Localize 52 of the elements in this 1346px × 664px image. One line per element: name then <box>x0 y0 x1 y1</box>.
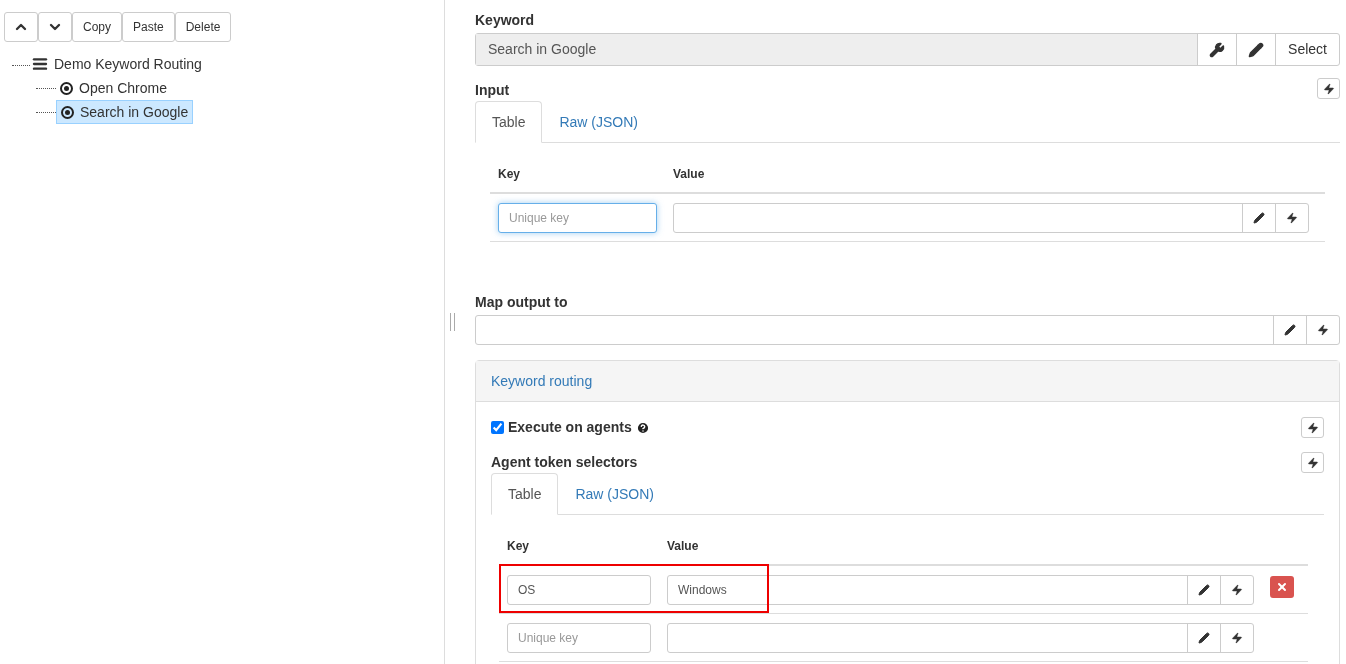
field-label: Map output to <box>475 293 569 312</box>
tab[interactable]: Raw (JSON) <box>558 473 672 515</box>
field-label: Input <box>475 81 510 100</box>
bolt-icon <box>1286 211 1298 224</box>
column-header: Value <box>666 538 699 555</box>
pencil-icon <box>1198 583 1210 596</box>
bolt-icon <box>1306 456 1319 469</box>
key-field[interactable]: Unique key <box>498 202 657 233</box>
bolt-icon <box>1322 82 1335 95</box>
target-icon <box>60 81 73 95</box>
field-label: Keyword <box>475 11 536 30</box>
key-field[interactable]: Unique key <box>507 622 651 653</box>
tree-item[interactable]: Search in Google <box>56 100 194 124</box>
field-label: Agent token selectors <box>491 453 638 472</box>
value-field[interactable] <box>673 202 1309 233</box>
tab[interactable]: Raw (JSON) <box>542 101 656 143</box>
bolt-icon <box>1231 631 1243 644</box>
close-icon <box>1276 580 1288 593</box>
tree-item[interactable]: Open Chrome <box>56 76 171 100</box>
move-button[interactable] <box>38 12 72 42</box>
bolt-icon <box>1231 583 1243 596</box>
help-icon <box>635 420 650 435</box>
value-field[interactable] <box>667 622 1254 653</box>
move-button[interactable] <box>4 12 38 42</box>
map-output-field[interactable] <box>475 315 1340 345</box>
pencil-icon <box>1253 211 1265 224</box>
bolt-button[interactable] <box>1301 417 1324 438</box>
toolbar-button[interactable]: Copy <box>72 12 122 42</box>
pencil-icon <box>1198 631 1210 644</box>
pencil-icon <box>1284 324 1296 336</box>
target-icon <box>61 105 74 119</box>
splitter-handle[interactable] <box>450 313 455 331</box>
value-text: Windows <box>677 581 728 599</box>
column-header: Key <box>506 538 530 555</box>
value-field[interactable]: Windows <box>667 574 1254 605</box>
bolt-icon <box>1317 324 1329 336</box>
panel-header: Keyword routing <box>476 361 1339 402</box>
toolbar-button[interactable]: Delete <box>174 12 232 42</box>
toolbar-button[interactable]: Paste <box>122 12 175 42</box>
list-icon <box>32 56 48 72</box>
column-header: Key <box>497 166 521 183</box>
checkbox-label: Execute on agents <box>508 418 632 437</box>
bolt-icon <box>1306 421 1319 434</box>
bolt-button[interactable] <box>1301 452 1324 473</box>
column-header: Value <box>672 166 705 183</box>
bolt-button[interactable] <box>1317 78 1340 99</box>
tree-item[interactable]: Demo Keyword Routing <box>52 53 204 75</box>
tab[interactable]: Table <box>475 101 543 143</box>
key-field[interactable]: OS <box>507 574 651 605</box>
tab[interactable]: Table <box>491 473 559 515</box>
remove-button[interactable] <box>1270 575 1294 598</box>
checkbox[interactable] <box>491 421 504 434</box>
